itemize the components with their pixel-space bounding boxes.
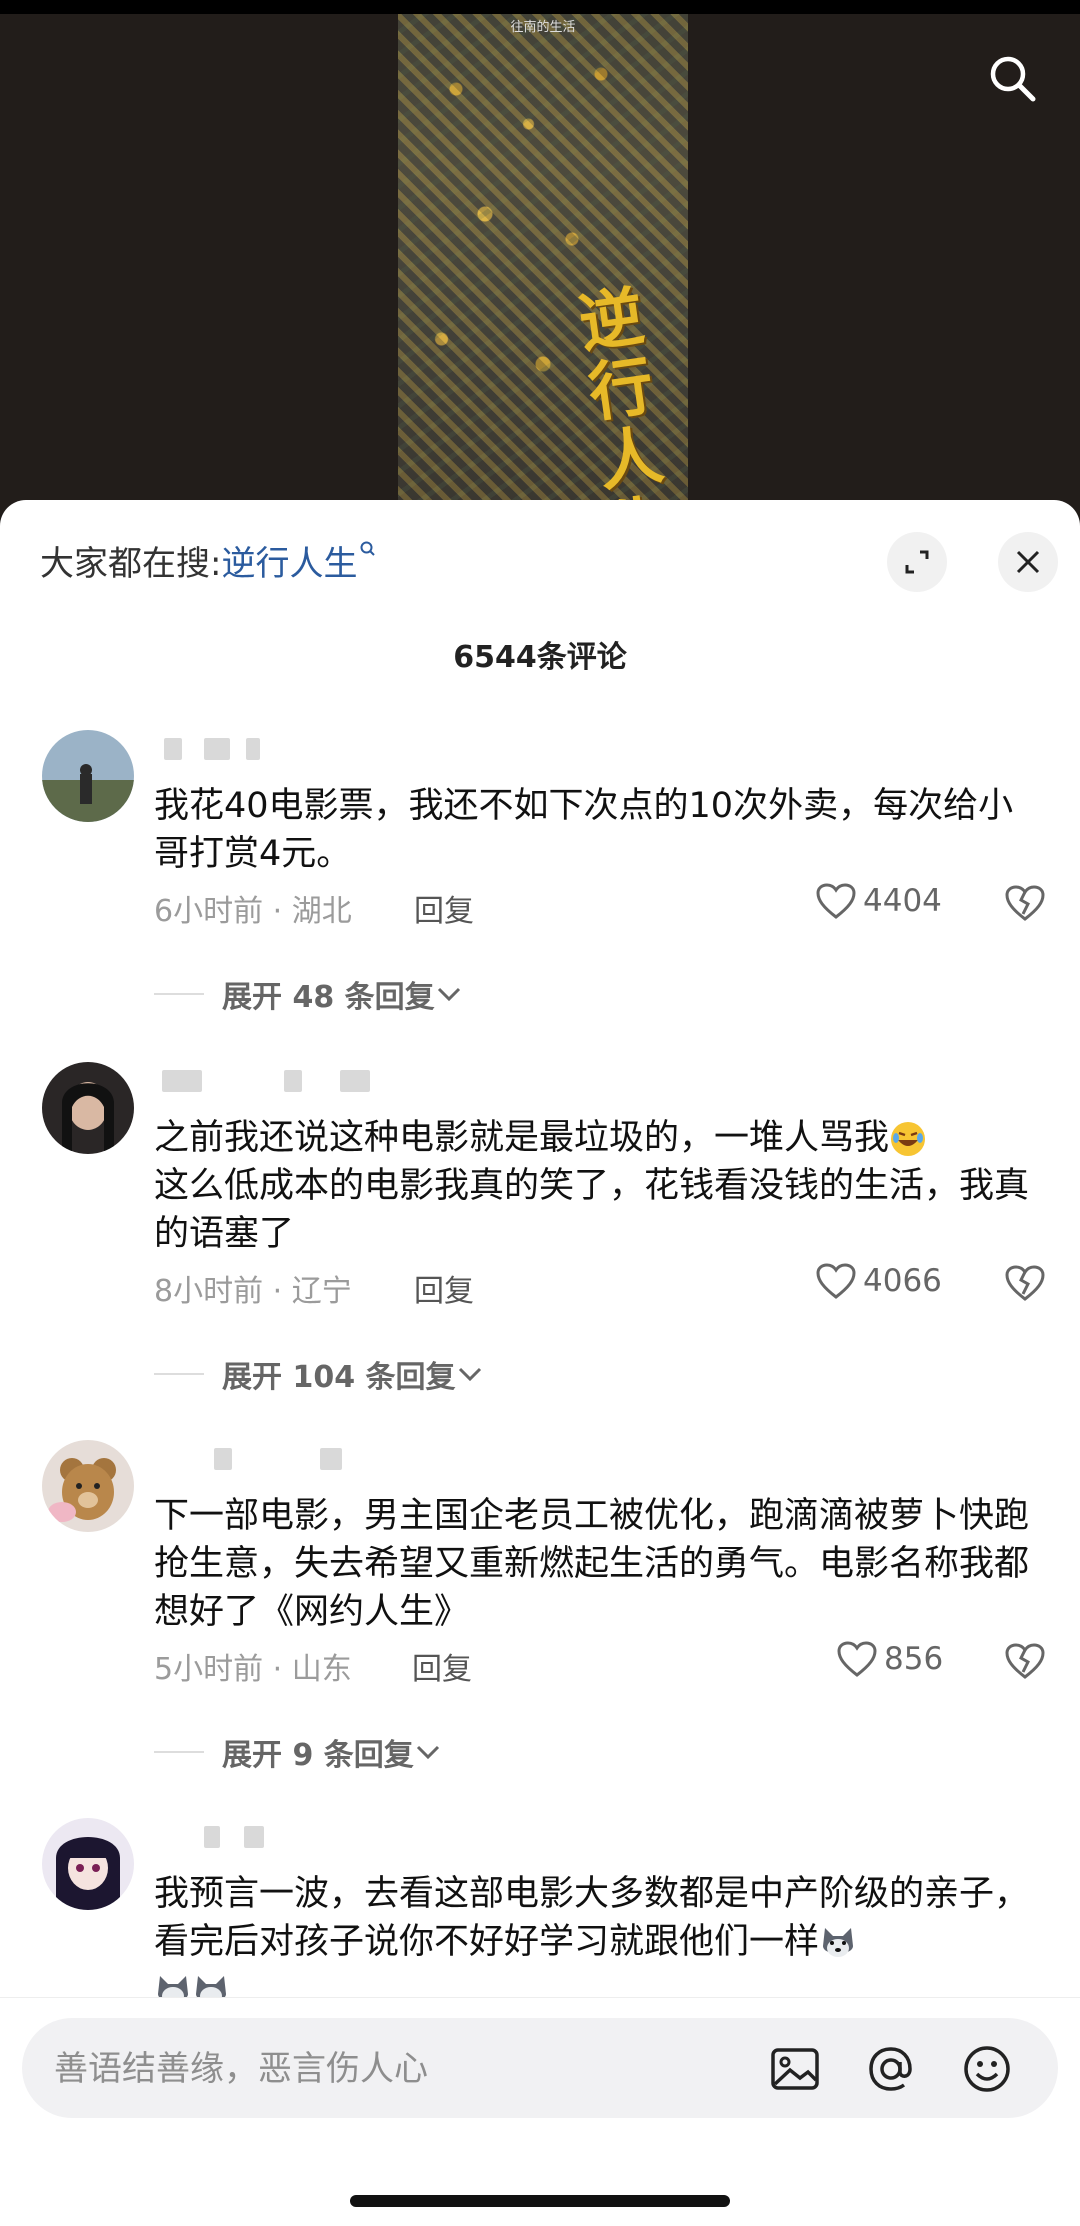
comment-text-part: 这么低成本的电影我真的笑了，花钱看没钱的生活，我真的语塞了 <box>154 1166 1030 1254</box>
avatar[interactable] <box>42 1062 134 1154</box>
expand-replies-button[interactable]: 展开 104 条回复 <box>154 1352 484 1396</box>
search-suggestion[interactable]: 大家都在搜:逆行人生 <box>40 536 377 585</box>
expand-replies-label: 展开 9 条回复 <box>222 1738 414 1773</box>
comment-meta: 8小时前 · 辽宁 <box>154 1274 352 1309</box>
comment-text: 之前我还说这种电影就是最垃圾的，一堆人骂我这么低成本的电影我真的笑了，花钱看没钱… <box>154 1114 1044 1258</box>
dislike-heart-icon[interactable] <box>1004 1642 1046 1680</box>
like-count: 4066 <box>863 1263 942 1299</box>
movie-poster: 往南的生活 逆行人生 <box>398 14 688 514</box>
comment-text: 我花40电影票，我还不如下次点的10次外卖，每次给小哥打赏4元。 <box>154 786 1014 874</box>
chevron-down-icon <box>416 1745 439 1760</box>
search-small-icon <box>360 541 376 556</box>
heart-icon <box>816 883 856 919</box>
avatar[interactable] <box>42 1440 134 1532</box>
status-bar <box>0 0 1080 14</box>
close-icon <box>1016 550 1040 574</box>
comment-text: 我预言一波，去看这部电影大多数都是中产阶级的亲子，看完后对孩子说你不好好学习就跟… <box>154 1870 1044 2014</box>
search-suggestion-keyword[interactable]: 逆行人生 <box>221 544 357 584</box>
dislike-heart-icon[interactable] <box>1004 1264 1046 1302</box>
image-icon[interactable] <box>768 2042 822 2096</box>
chevron-down-icon <box>437 987 460 1002</box>
avatar[interactable] <box>42 1818 134 1910</box>
smile-icon[interactable] <box>960 2042 1014 2096</box>
expand-replies-label: 展开 48 条回复 <box>222 980 435 1015</box>
chevron-down-icon <box>458 1367 481 1382</box>
comment-meta: 5小时前 · 山东 <box>154 1652 352 1687</box>
rolling-laughing-emoji <box>891 1122 926 1156</box>
husky-dog-emoji <box>823 1928 854 1957</box>
comment-input-bar <box>0 1997 1080 2226</box>
expand-icon <box>905 550 929 574</box>
comment-meta: 6小时前 · 湖北 <box>154 894 352 929</box>
reply-button[interactable]: 回复 <box>412 1644 472 1688</box>
home-indicator[interactable] <box>350 2195 730 2207</box>
expand-replies-button[interactable]: 展开 9 条回复 <box>154 1730 442 1774</box>
dislike-heart-icon[interactable] <box>1004 884 1046 922</box>
comment-count: 6544条评论 <box>453 640 627 675</box>
search-suggestion-prefix: 大家都在搜: <box>40 544 222 584</box>
poster-top-text: 往南的生活 <box>510 20 576 35</box>
close-button[interactable] <box>998 532 1058 592</box>
expand-button[interactable] <box>887 532 947 592</box>
reply-button[interactable]: 回复 <box>414 1266 474 1310</box>
like-button[interactable]: 856 <box>836 1640 943 1678</box>
reply-button[interactable]: 回复 <box>414 886 474 930</box>
comment-text-part: 之前我还说这种电影就是最垃圾的，一堆人骂我 <box>154 1118 890 1158</box>
heart-icon <box>816 1263 856 1299</box>
heart-icon <box>837 1641 877 1677</box>
comment-text-part: 我预言一波，去看这部电影大多数都是中产阶级的亲子，看完后对孩子说你不好好学习就跟… <box>154 1874 1030 1962</box>
video-player[interactable]: 往南的生活 逆行人生 <box>0 14 1080 514</box>
at-icon[interactable] <box>864 2042 918 2096</box>
expand-replies-button[interactable]: 展开 48 条回复 <box>154 972 463 1016</box>
like-button[interactable]: 4066 <box>815 1262 942 1300</box>
like-count: 856 <box>884 1641 944 1677</box>
like-count: 4404 <box>863 883 942 919</box>
comment-input[interactable] <box>52 2038 756 2100</box>
avatar[interactable] <box>42 730 134 822</box>
comment-input-container[interactable] <box>22 2018 1058 2118</box>
search-icon[interactable] <box>986 52 1038 104</box>
comment-sheet: 大家都在搜:逆行人生 6544条评论 我花40电影票，我还不如下次点的10次外卖… <box>0 500 1080 2225</box>
like-button[interactable]: 4404 <box>815 882 942 920</box>
comment-text: 下一部电影，男主国企老员工被优化，跑滴滴被萝卜快跑抢生意，失去希望又重新燃起生活… <box>154 1496 1030 1632</box>
expand-replies-label: 展开 104 条回复 <box>222 1360 456 1395</box>
